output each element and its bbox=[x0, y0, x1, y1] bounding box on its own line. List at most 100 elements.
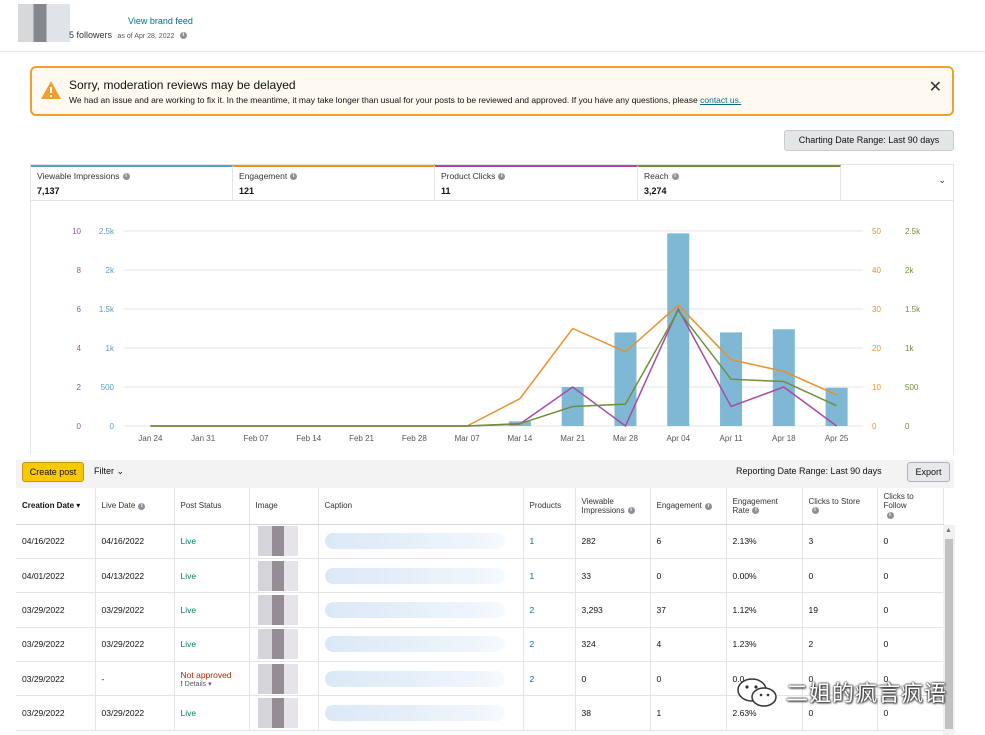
close-icon[interactable]: ✕ bbox=[929, 77, 942, 97]
y-tick-impressions: 2k bbox=[106, 266, 115, 275]
view-brand-feed-link[interactable]: View brand feed bbox=[128, 16, 193, 26]
cell-products[interactable]: 1 bbox=[523, 558, 576, 594]
status-live: Live bbox=[180, 604, 197, 615]
cell-products[interactable]: 2 bbox=[523, 661, 576, 697]
table-row[interactable]: 03/29/2022 03/29/2022 Live 2 3,293 37 1.12% 19 0 bbox=[16, 592, 944, 628]
cell-creation-date: 03/29/2022 bbox=[16, 695, 96, 731]
post-thumbnail[interactable] bbox=[257, 663, 298, 694]
column-header-creation-date[interactable]: Creation Date ▾ bbox=[16, 488, 96, 525]
post-caption-blurred[interactable] bbox=[324, 533, 505, 550]
cell-products[interactable]: 1 bbox=[523, 524, 576, 559]
cell-products[interactable]: 2 bbox=[523, 592, 576, 628]
reporting-date-range[interactable]: Reporting Date Range: Last 90 days bbox=[736, 466, 882, 476]
post-thumbnail[interactable] bbox=[257, 698, 298, 729]
info-icon[interactable]: i bbox=[704, 502, 712, 510]
cell-image[interactable] bbox=[249, 661, 319, 697]
cell-caption[interactable] bbox=[318, 661, 524, 697]
column-header-engagement[interactable]: Engagement i bbox=[650, 488, 727, 525]
post-caption-blurred[interactable] bbox=[324, 567, 505, 584]
watermark: 二姐的疯言疯语 bbox=[736, 672, 961, 714]
details-link[interactable]: ! Details ▾ bbox=[181, 680, 243, 688]
column-header-products[interactable]: Products bbox=[523, 488, 576, 525]
y-tick-reach: 0 bbox=[905, 422, 910, 431]
info-icon[interactable]: i bbox=[752, 507, 760, 515]
cell-clicks-to-follow: 0 bbox=[877, 627, 944, 663]
table-row[interactable]: 03/29/2022 03/29/2022 Live 2 324 4 1.23% 2 0 bbox=[16, 627, 944, 663]
cell-image[interactable] bbox=[249, 695, 319, 731]
x-tick-label: Mar 14 bbox=[507, 434, 532, 443]
cell-caption[interactable] bbox=[318, 592, 524, 628]
cell-creation-date: 03/29/2022 bbox=[16, 592, 96, 628]
brand-header: View brand feed 5 followers as of Apr 28… bbox=[0, 0, 985, 52]
followers-text: 5 followers bbox=[69, 30, 113, 40]
metric-viewable-impressions[interactable]: Viewable Impressions i 7,137 bbox=[31, 165, 233, 201]
post-caption-blurred[interactable] bbox=[324, 705, 505, 722]
post-caption-blurred[interactable] bbox=[324, 636, 505, 653]
column-header-viewable-impressions[interactable]: Viewable Impressions i bbox=[575, 488, 651, 525]
cell-live-date: 04/16/2022 bbox=[95, 524, 175, 559]
post-caption-blurred[interactable] bbox=[324, 670, 505, 687]
cell-caption[interactable] bbox=[318, 695, 524, 731]
info-icon[interactable]: i bbox=[671, 173, 679, 181]
x-tick-label: Mar 28 bbox=[613, 434, 638, 443]
cell-caption[interactable] bbox=[318, 524, 524, 559]
metric-product-clicks[interactable]: Product Clicks i 11 bbox=[435, 165, 638, 201]
metric-label: Reach bbox=[644, 171, 669, 181]
y-tick-engagement: 0 bbox=[872, 422, 877, 431]
cell-creation-date: 04/16/2022 bbox=[16, 524, 96, 559]
metric-dropdown[interactable]: ⌄ bbox=[840, 165, 953, 201]
cell-engagement: 1 bbox=[650, 695, 727, 731]
x-tick-label: Apr 18 bbox=[772, 434, 796, 443]
cell-clicks-to-store: 0 bbox=[802, 558, 878, 594]
post-caption-blurred[interactable] bbox=[324, 601, 505, 618]
info-icon[interactable]: i bbox=[138, 502, 146, 510]
filter-label: Filter bbox=[94, 466, 114, 476]
sort-down-icon[interactable]: ▾ bbox=[76, 501, 80, 510]
export-button[interactable]: Export bbox=[907, 462, 950, 482]
info-icon[interactable]: i bbox=[122, 173, 130, 181]
column-header-engagement-rate[interactable]: Engagement Rate i bbox=[726, 488, 803, 525]
column-header-live-date[interactable]: Live Date i bbox=[95, 488, 175, 525]
metric-engagement[interactable]: Engagement i 121 bbox=[233, 165, 435, 201]
y-tick-clicks: 4 bbox=[77, 344, 82, 353]
info-icon[interactable]: i bbox=[627, 507, 635, 515]
cell-products[interactable]: 2 bbox=[523, 627, 576, 663]
info-icon[interactable]: i bbox=[290, 173, 298, 181]
impressions-bar bbox=[772, 329, 795, 426]
post-thumbnail[interactable] bbox=[257, 560, 298, 591]
post-thumbnail[interactable] bbox=[257, 629, 298, 660]
post-thumbnail[interactable] bbox=[257, 526, 298, 557]
info-icon[interactable]: i bbox=[886, 511, 894, 519]
info-icon[interactable]: i bbox=[811, 507, 819, 515]
cell-image[interactable] bbox=[249, 627, 319, 663]
filter-dropdown[interactable]: Filter ⌄ bbox=[94, 466, 124, 477]
cell-caption[interactable] bbox=[318, 558, 524, 594]
chevron-down-icon[interactable]: ⌄ bbox=[938, 175, 946, 186]
cell-caption[interactable] bbox=[318, 627, 524, 663]
chart-svg: 10864202.5k2k1.5k1k5000504030201002.5k2k… bbox=[72, 227, 921, 443]
y-tick-reach: 1k bbox=[905, 344, 914, 353]
cell-live-date: 04/13/2022 bbox=[95, 558, 175, 594]
column-header-clicks-to-store[interactable]: Clicks to Store i bbox=[802, 488, 878, 525]
table-row[interactable]: 04/16/2022 04/16/2022 Live 1 282 6 2.13% 3 0 bbox=[16, 524, 944, 559]
wechat-logo-icon bbox=[737, 678, 777, 707]
contact-us-link[interactable]: contact us. bbox=[700, 95, 741, 105]
cell-engagement: 0 bbox=[650, 558, 727, 594]
cell-engagement-rate: 2.13% bbox=[726, 524, 803, 559]
cell-image[interactable] bbox=[249, 592, 319, 628]
scroll-up-icon[interactable]: ▲ bbox=[945, 527, 952, 534]
table-row[interactable]: 04/01/2022 04/13/2022 Live 1 33 0 0.00% 0 0 bbox=[16, 558, 944, 594]
column-header-clicks-to-follow[interactable]: Clicks to Follow i bbox=[877, 488, 944, 525]
charting-date-range-button[interactable]: Charting Date Range: Last 90 days bbox=[784, 130, 954, 151]
column-header-post-status[interactable]: Post Status bbox=[174, 488, 250, 525]
cell-engagement: 37 bbox=[650, 592, 727, 628]
cell-products[interactable] bbox=[523, 695, 576, 731]
cell-image[interactable] bbox=[249, 524, 319, 559]
post-thumbnail[interactable] bbox=[257, 594, 298, 625]
metric-reach[interactable]: Reach i 3,274 bbox=[638, 165, 841, 201]
create-post-button[interactable]: Create post bbox=[22, 462, 84, 482]
info-icon[interactable]: i bbox=[179, 32, 187, 40]
y-tick-engagement: 50 bbox=[872, 227, 881, 236]
info-icon[interactable]: i bbox=[498, 173, 506, 181]
cell-image[interactable] bbox=[249, 558, 319, 594]
